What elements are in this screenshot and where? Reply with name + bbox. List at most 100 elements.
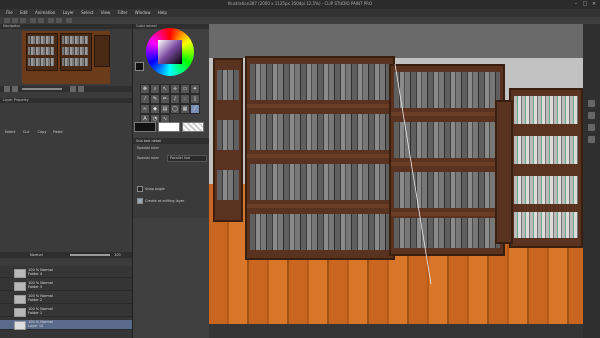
snap-angle-row[interactable]: Snap angle [137, 186, 207, 192]
maximize-icon[interactable]: □ [581, 1, 589, 7]
selection-icon[interactable]: ▭ [180, 84, 190, 94]
paste-button[interactable]: Paste [52, 130, 64, 134]
camera-icon[interactable] [588, 100, 595, 107]
fill-icon[interactable]: ◆ [150, 104, 160, 114]
folder-icon [14, 308, 26, 317]
blend-mode-select[interactable]: Normal [30, 252, 43, 258]
create-checkbox[interactable] [137, 198, 143, 204]
layer-thumbnail [14, 321, 26, 330]
layer-row[interactable]: 100 % Normal Folder 3 [0, 281, 132, 291]
special-ruler-row: Special ruler Parallel line [137, 155, 207, 162]
layer-name: Folder 4 [28, 272, 43, 276]
opacity-slider[interactable] [70, 254, 110, 256]
tool-property-tab[interactable]: Sub tool detail [133, 138, 212, 144]
canvas[interactable] [209, 24, 583, 324]
tool-palette: ✥ ⌕ ↖ ✛ ▭ ✦ ⁄ ✎ ✏ ♪ ∴ ▯ ≈ ◆ ▤ ◯ ▦ ╱ A ◔ … [140, 84, 206, 126]
navigator-controls [0, 86, 132, 92]
special-ruler-select[interactable]: Parallel line [167, 155, 207, 162]
status-bar [209, 324, 583, 338]
tool-property-panel: Sub tool detail Special ruler Special ru… [133, 138, 212, 218]
window-title: Illustration387 (2000 x 1125px 350dpi 12… [227, 1, 373, 6]
minimize-icon[interactable]: – [572, 1, 580, 7]
auto-select-icon[interactable]: ✦ [190, 84, 200, 94]
move-layer-icon[interactable]: ✛ [170, 84, 180, 94]
layer-row[interactable]: 100 % Normal Folder 2 [0, 294, 132, 304]
layer-property-tab[interactable]: Layer Property [0, 98, 132, 103]
menu-help[interactable]: Help [158, 9, 167, 17]
create-layer-row[interactable]: Create at editing layer [137, 198, 207, 204]
open-icon[interactable] [12, 18, 18, 23]
title-bar: Illustration387 (2000 x 1125px 350dpi 12… [0, 0, 600, 9]
menu-window[interactable]: Window [135, 9, 151, 17]
layer-name: Folder 1 [28, 311, 43, 315]
layer-blend-row: Normal 100 [0, 252, 132, 258]
opacity-value: 100 [114, 253, 121, 257]
navigator-preview[interactable] [22, 31, 110, 84]
folder-icon [14, 295, 26, 304]
eraser-icon[interactable]: ▯ [190, 94, 200, 104]
menu-bar: File Edit Animation Layer Select View Fi… [0, 9, 600, 17]
settings-icon[interactable] [588, 136, 595, 143]
navigator-tab[interactable]: Navigator [0, 24, 132, 29]
eyedropper-icon[interactable]: ⁄ [140, 94, 150, 104]
gradient-icon[interactable]: ▤ [160, 104, 170, 114]
brush-icon[interactable]: ♪ [170, 94, 180, 104]
main-color-swatch[interactable] [135, 62, 144, 71]
ruler-icon[interactable]: ╱ [190, 104, 200, 114]
save-icon[interactable] [20, 18, 26, 23]
menu-edit[interactable]: Edit [20, 9, 28, 17]
layer-row[interactable]: 100 % Normal Layer 10 [0, 320, 132, 330]
menu-layer[interactable]: Layer [63, 9, 74, 17]
cut-button[interactable]: Cut [20, 130, 32, 134]
operation-icon[interactable]: ↖ [160, 84, 170, 94]
edit-button-row: Select Cut Copy Paste [4, 130, 128, 144]
redo-icon[interactable] [38, 18, 44, 23]
snap-checkbox[interactable] [137, 186, 143, 192]
menu-animation[interactable]: Animation [35, 9, 55, 17]
new-file-icon[interactable] [4, 18, 10, 23]
copy-button[interactable]: Copy [36, 130, 48, 134]
create-label: Create at editing layer [145, 199, 185, 203]
move-icon[interactable]: ✥ [140, 84, 150, 94]
layer-name: Layer 10 [28, 324, 44, 328]
undo-icon[interactable] [30, 18, 36, 23]
zoom-slider[interactable] [22, 88, 62, 90]
pencil-icon[interactable]: ✏ [160, 94, 170, 104]
tool-name: Special ruler [137, 146, 159, 150]
menu-filter[interactable]: Filter [118, 9, 128, 17]
close-icon[interactable]: × [590, 1, 598, 7]
transform-icon[interactable] [56, 18, 62, 23]
zoom-in-icon[interactable] [12, 86, 18, 92]
blend-icon[interactable]: ≈ [140, 104, 150, 114]
layer-row[interactable]: 100 % Normal Folder 1 [0, 307, 132, 317]
zoom-out-icon[interactable] [4, 86, 10, 92]
layer-row[interactable]: 100 % Normal Folder 4 [0, 268, 132, 278]
foreground-color-box[interactable] [134, 122, 156, 132]
background-color-box[interactable] [158, 122, 180, 132]
layer-3d-icon[interactable] [588, 112, 595, 119]
clear-icon[interactable] [48, 18, 54, 23]
folder-icon [14, 269, 26, 278]
right-toolstrip [583, 24, 600, 338]
airbrush-icon[interactable]: ∴ [180, 94, 190, 104]
pen-icon[interactable]: ✎ [150, 94, 160, 104]
menu-select[interactable]: Select [81, 9, 93, 17]
snap-label: Snap angle [145, 187, 165, 191]
layer-name: Folder 2 [28, 298, 43, 302]
rotate-right-icon[interactable] [78, 86, 84, 92]
frame-icon[interactable]: ▦ [180, 104, 190, 114]
rotate-left-icon[interactable] [70, 86, 76, 92]
color-square[interactable] [158, 40, 182, 64]
layer-list: 100 % Normal Folder 4 100 % Normal Folde… [0, 266, 132, 338]
select-button[interactable]: Select [4, 130, 16, 134]
deselect-icon[interactable] [66, 18, 72, 23]
figure-icon[interactable]: ◯ [170, 104, 180, 114]
parallel-ruler-line[interactable] [209, 24, 583, 324]
transparent-color-box[interactable] [182, 122, 204, 132]
menu-view[interactable]: View [101, 9, 111, 17]
folder-icon [14, 282, 26, 291]
move-object-icon[interactable] [588, 124, 595, 131]
zoom-icon[interactable]: ⌕ [150, 84, 160, 94]
special-ruler-label: Special ruler [137, 156, 159, 160]
menu-file[interactable]: File [6, 9, 13, 17]
